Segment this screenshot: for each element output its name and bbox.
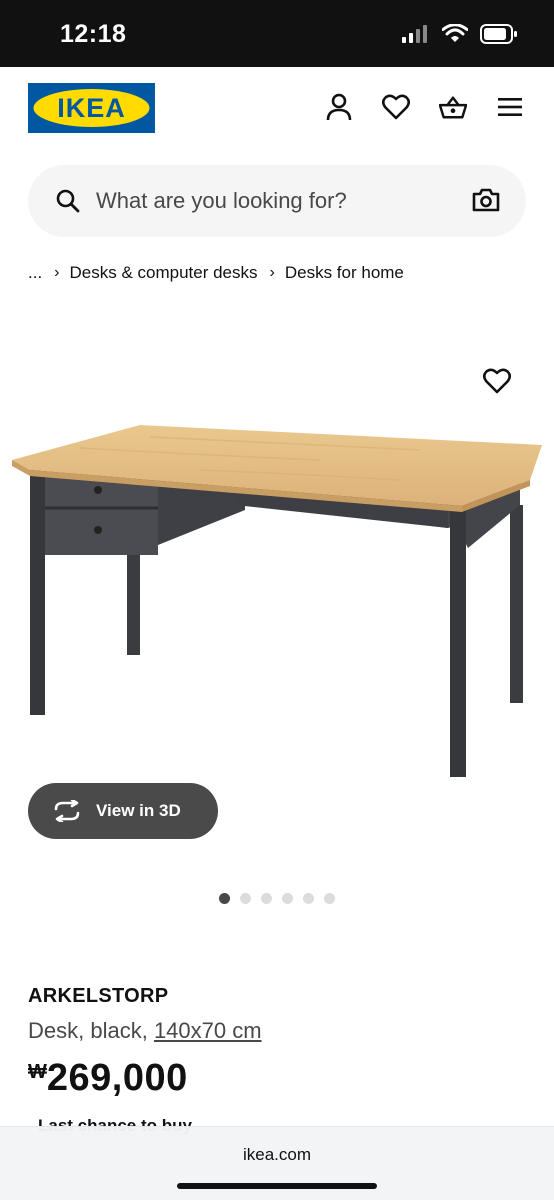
status-icons (402, 24, 518, 44)
breadcrumb-item-desks[interactable]: Desks & computer desks (70, 263, 258, 283)
battery-icon (480, 24, 517, 44)
status-time: 12:18 (60, 20, 127, 48)
carousel-dot[interactable] (303, 893, 314, 904)
rotate-3d-icon (54, 800, 80, 822)
product-size-link[interactable]: 140x70 cm (154, 1018, 262, 1043)
home-indicator[interactable] (177, 1183, 377, 1189)
breadcrumb: ... › Desks & computer desks › Desks for… (28, 263, 404, 283)
search-bar[interactable] (28, 165, 526, 237)
heart-icon[interactable] (382, 93, 410, 121)
carousel-dot[interactable] (261, 893, 272, 904)
status-bar: 12:18 (0, 0, 554, 67)
menu-icon[interactable] (496, 93, 524, 121)
ikea-logo[interactable]: IKEA (28, 83, 155, 133)
browser-address-bar: ikea.com (0, 1126, 554, 1200)
view-in-3d-label: View in 3D (96, 801, 181, 820)
camera-icon[interactable] (472, 187, 500, 213)
image-carousel-dots (0, 893, 554, 904)
header: IKEA (0, 67, 554, 157)
product-description: Desk, black, 140x70 cm (28, 1018, 262, 1044)
account-icon[interactable] (325, 93, 353, 121)
breadcrumb-item-desks-for-home[interactable]: Desks for home (285, 263, 404, 283)
chevron-right-icon: › (54, 264, 60, 281)
url-field[interactable]: ikea.com (0, 1145, 554, 1165)
price-currency: ₩ (28, 1061, 47, 1083)
breadcrumb-ellipsis[interactable]: ... (28, 263, 42, 283)
carousel-dot[interactable] (282, 893, 293, 904)
chevron-right-icon: › (269, 264, 275, 281)
product-image[interactable] (0, 320, 554, 790)
product-name: ARKELSTORP (28, 985, 169, 1007)
product-price: ₩ 269,000 (28, 1057, 188, 1100)
header-icons (325, 93, 524, 121)
search-input[interactable] (96, 183, 456, 219)
signal-icon (402, 25, 427, 43)
carousel-dot[interactable] (219, 893, 230, 904)
favorite-heart-icon[interactable] (480, 364, 514, 398)
product-description-text: Desk, black, (28, 1018, 154, 1043)
view-in-3d-button[interactable]: View in 3D (28, 783, 218, 839)
carousel-dot[interactable] (240, 893, 251, 904)
logo-text: IKEA (57, 93, 126, 123)
carousel-dot[interactable] (324, 893, 335, 904)
price-value: 269,000 (46, 1057, 188, 1099)
basket-icon[interactable] (439, 93, 467, 121)
wifi-icon (442, 24, 468, 42)
search-icon (56, 189, 80, 213)
